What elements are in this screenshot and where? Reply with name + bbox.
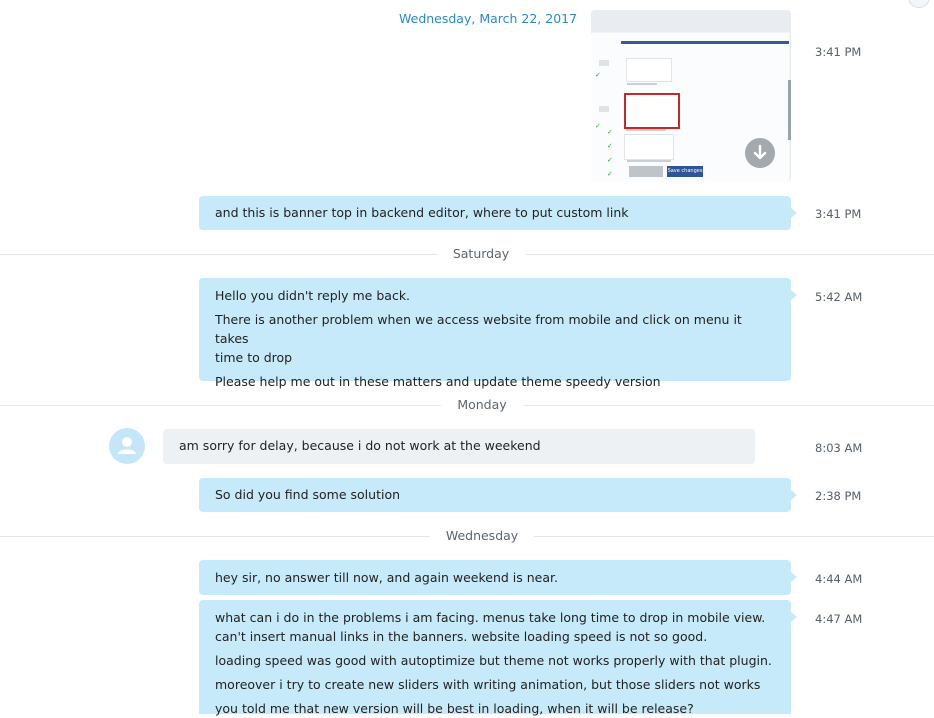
message-text: Please help me out in these matters and …: [215, 374, 661, 389]
check-icon: ✓: [607, 156, 613, 164]
message-text: Hello you didn't reply me back.: [215, 288, 411, 303]
day-divider: Monday: [0, 397, 934, 412]
day-divider-label: Wednesday: [445, 528, 519, 543]
attachment-cancel-button: [629, 166, 663, 177]
message-text: can't insert manual links in the banners…: [215, 629, 708, 644]
message-bubble-outgoing[interactable]: So did you find some solution: [199, 478, 797, 512]
divider-rule: [526, 254, 934, 255]
message-timestamp: 2:38 PM: [815, 489, 862, 503]
download-icon[interactable]: [745, 138, 775, 168]
message-text: moreover i try to create new sliders wit…: [215, 677, 761, 692]
user-icon: [118, 437, 136, 454]
message-timestamp: 3:41 PM: [815, 45, 862, 59]
highlighted-banner-field: [624, 93, 680, 129]
check-icon: ✓: [607, 128, 613, 136]
message-text: loading speed was good with autoptimize …: [215, 653, 772, 668]
divider-rule: [524, 405, 934, 406]
message-timestamp: 5:42 AM: [815, 290, 863, 304]
message-text: what can i do in the problems i am facin…: [215, 610, 766, 625]
day-divider-label: Saturday: [452, 246, 510, 261]
message-bubble-outgoing[interactable]: and this is banner top in backend editor…: [199, 196, 797, 230]
message-timestamp: 8:03 AM: [815, 441, 863, 455]
day-divider-label: Monday: [457, 397, 507, 412]
check-icon: ✓: [607, 170, 613, 178]
attachment-text-line: [627, 160, 671, 162]
message-text: am sorry for delay, because i do not wor…: [179, 438, 541, 453]
attachment-field: [599, 60, 609, 66]
message-text: So did you find some solution: [215, 487, 401, 502]
message-timestamp: 4:44 AM: [815, 572, 863, 586]
attachment-blue-bar: [621, 41, 789, 44]
attachment-save-button: Save changes: [667, 166, 703, 177]
message-text: time to drop: [215, 350, 293, 365]
message-text: hey sir, no answer till now, and again w…: [215, 570, 558, 585]
attachment-text-line: [627, 83, 657, 85]
day-divider: Saturday: [0, 246, 934, 261]
message-text: you told me that new version will be bes…: [215, 701, 694, 716]
date-header: Wednesday, March 22, 2017: [399, 11, 578, 26]
attachment-cell: [626, 58, 672, 82]
divider-rule: [0, 405, 441, 406]
message-bubble-incoming[interactable]: am sorry for delay, because i do not wor…: [163, 429, 755, 464]
check-icon: ✓: [607, 142, 613, 150]
message-bubble-outgoing[interactable]: what can i do in the problems i am facin…: [199, 600, 797, 716]
attachment-scrollbar: [788, 80, 791, 140]
profile-corner-icon: [908, 0, 930, 8]
check-icon: ✓: [595, 71, 601, 79]
divider-rule: [0, 254, 438, 255]
message-text: and this is banner top in backend editor…: [215, 205, 629, 220]
message-bubble-outgoing[interactable]: hey sir, no answer till now, and again w…: [199, 560, 797, 595]
image-attachment[interactable]: ✓ ✓ ✓ ✓ ✓ ✓ Save changes: [591, 10, 791, 182]
day-divider: Wednesday: [0, 528, 934, 543]
divider-rule: [0, 536, 430, 537]
attachment-field: [599, 106, 609, 112]
contact-avatar[interactable]: [109, 428, 145, 464]
attachment-cell: [624, 134, 674, 160]
attachment-text-line: [626, 129, 666, 131]
divider-rule: [534, 536, 934, 537]
attachment-top-strip: [591, 10, 791, 32]
message-bubble-outgoing[interactable]: Hello you didn't reply me back. There is…: [199, 278, 797, 389]
message-timestamp: 4:47 AM: [815, 612, 863, 626]
message-text: There is another problem when we access …: [215, 312, 742, 346]
check-icon: ✓: [595, 122, 601, 130]
message-timestamp: 3:41 PM: [815, 207, 862, 221]
